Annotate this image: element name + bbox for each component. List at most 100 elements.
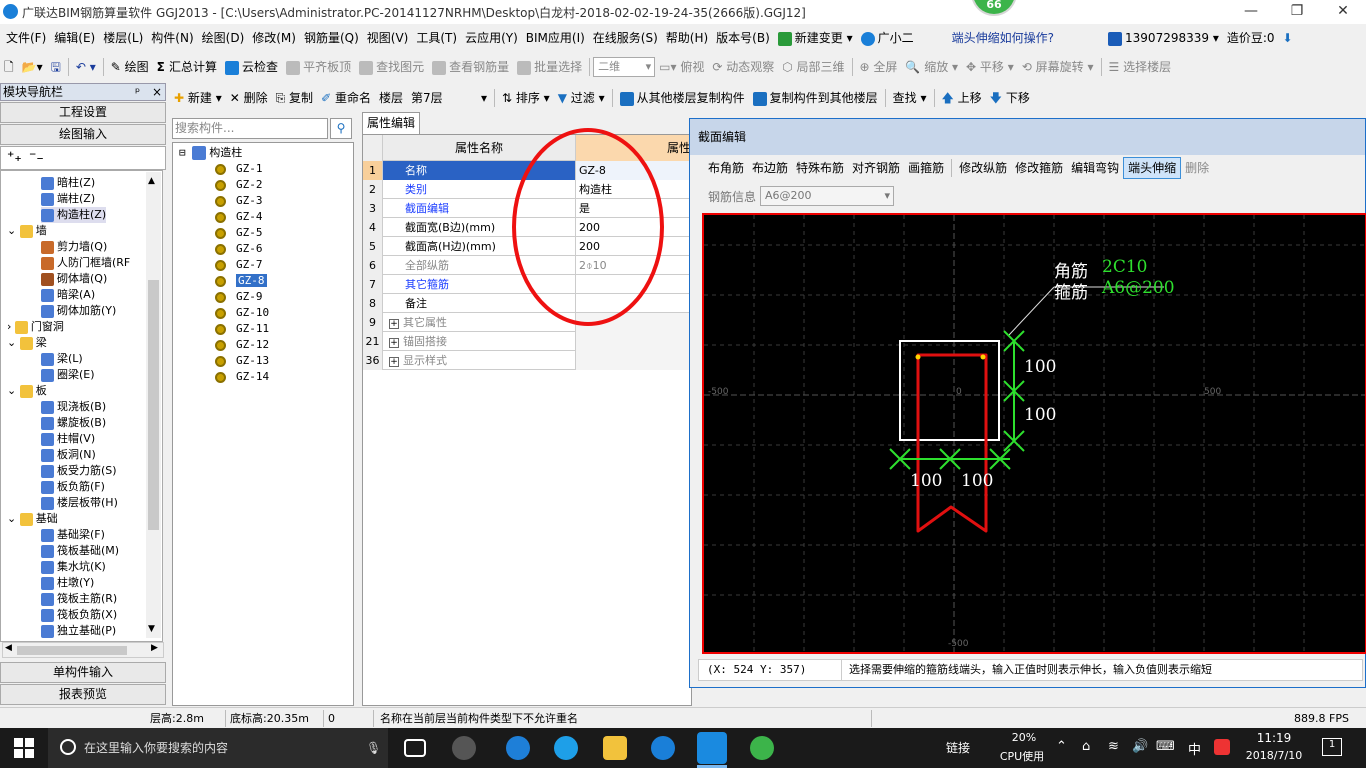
component-item[interactable]: GZ-7: [215, 257, 263, 273]
tool-edit-hook[interactable]: 编辑弯钩: [1067, 156, 1123, 180]
filter-button[interactable]: ▼ 过滤 ▾: [554, 86, 609, 110]
menu-component[interactable]: 构件(N): [147, 26, 197, 50]
nav-item[interactable]: 板负筋(F): [41, 479, 105, 495]
minimize-button[interactable]: —: [1228, 0, 1274, 24]
menu-assistant[interactable]: 广小二: [857, 26, 918, 50]
sum-button[interactable]: Σ 汇总计算: [153, 55, 221, 79]
nav-item[interactable]: 砌体墙(Q): [41, 271, 107, 287]
find-element-button[interactable]: 查找图元: [355, 55, 428, 79]
nav-vertical-scrollbar[interactable]: ▲ ▼: [146, 172, 161, 638]
menu-draw[interactable]: 绘图(D): [198, 26, 249, 50]
nav-item[interactable]: 板受力筋(S): [41, 463, 117, 479]
cloud-check-button[interactable]: 云检查: [221, 55, 282, 79]
scroll-right-icon[interactable]: ▶: [151, 643, 158, 653]
nav-horizontal-scrollbar[interactable]: ◀ ▶: [2, 642, 164, 658]
new-component-button[interactable]: ✚ 新建 ▾: [170, 86, 226, 110]
menu-help[interactable]: 帮助(H): [662, 26, 712, 50]
fullscreen-button[interactable]: ⊕ 全屏: [856, 55, 902, 79]
move-down-button[interactable]: 🡇 下移: [986, 86, 1034, 110]
nav-item[interactable]: 柱帽(V): [41, 431, 95, 447]
wifi-icon[interactable]: ≋: [1108, 739, 1119, 754]
component-root[interactable]: ⊟ 构造柱: [179, 145, 242, 161]
keyboard-icon[interactable]: ⌨: [1156, 739, 1175, 754]
nav-folder[interactable]: ⌄ 板: [7, 383, 47, 399]
menu-tools[interactable]: 工具(T): [412, 26, 461, 50]
green-app-icon[interactable]: [750, 736, 774, 760]
nav-item[interactable]: 筏板基础(M): [41, 543, 119, 559]
nav-item[interactable]: 筏板负筋(X): [41, 607, 117, 623]
chevron-down-icon[interactable]: ⌄: [7, 512, 20, 525]
section-canvas[interactable]: 角筋 2C10 箍筋 A6@200 100 100 100 100 -500 0…: [702, 213, 1366, 654]
draw-button[interactable]: ✎ 绘图: [107, 55, 153, 79]
hscroll-thumb[interactable]: [17, 646, 127, 655]
top-view-button[interactable]: ▭▾ 俯视: [655, 55, 708, 79]
menu-online[interactable]: 在线服务(S): [589, 26, 662, 50]
tab-property-edit[interactable]: 属性编辑: [362, 112, 420, 134]
restore-button[interactable]: ❐: [1274, 0, 1320, 24]
tool-modify-longitudinal[interactable]: 修改纵筋: [955, 156, 1011, 180]
link-label[interactable]: 链接: [946, 739, 970, 756]
browser-360-icon[interactable]: [452, 736, 476, 760]
find-button[interactable]: 查找 ▾: [889, 86, 931, 110]
tool-special-rebar[interactable]: 特殊布筋: [792, 156, 848, 180]
open-file-icon[interactable]: 📂▾: [18, 55, 47, 79]
expand-plus-icon[interactable]: +: [389, 338, 399, 348]
menu-edit[interactable]: 编辑(E): [50, 26, 99, 50]
nav-item[interactable]: 剪力墙(Q): [41, 239, 107, 255]
rotate-button[interactable]: ⟲ 屏幕旋转 ▾: [1018, 55, 1098, 79]
view-mode-select[interactable]: 二维 ▾: [593, 57, 656, 77]
menu-cloud[interactable]: 云应用(Y): [461, 26, 522, 50]
menu-view[interactable]: 视图(V): [363, 26, 413, 50]
component-item[interactable]: GZ-1: [215, 161, 263, 177]
copy-from-floor-button[interactable]: 从其他楼层复制构件: [616, 86, 749, 110]
nav-item[interactable]: 独立基础(P): [41, 623, 116, 639]
nav-item[interactable]: 暗柱(Z): [41, 175, 95, 191]
ime-indicator[interactable]: 中: [1188, 739, 1201, 758]
user-account[interactable]: 13907298339 ▾: [1104, 26, 1223, 50]
chevron-right-icon[interactable]: ›: [7, 320, 15, 333]
nav-item[interactable]: 暗梁(A): [41, 287, 95, 303]
component-item[interactable]: GZ-10: [215, 305, 269, 321]
scroll-left-icon[interactable]: ◀: [5, 643, 12, 653]
property-row[interactable]: 9 + 其它属性: [363, 313, 693, 332]
task-view-icon[interactable]: [404, 739, 426, 757]
nav-item[interactable]: 端柱(Z): [41, 191, 95, 207]
nav-item[interactable]: 梁(L): [41, 351, 83, 367]
component-search-input[interactable]: 搜索构件...: [172, 118, 328, 139]
microphone-icon[interactable]: 🎙: [366, 728, 381, 768]
tool-end-stretch[interactable]: 端头伸缩: [1123, 157, 1182, 179]
menu-extra-icon[interactable]: ⬇: [1279, 26, 1297, 50]
nav-item[interactable]: 螺旋板(B): [41, 415, 106, 431]
chevron-down-icon[interactable]: ⌄: [7, 384, 20, 397]
nav-item[interactable]: 人防门框墙(RF: [41, 255, 130, 271]
component-item[interactable]: GZ-6: [215, 241, 263, 257]
property-value[interactable]: [576, 351, 693, 370]
menu-modify[interactable]: 修改(M): [248, 26, 300, 50]
nav-folder[interactable]: › 门窗洞: [7, 319, 64, 335]
menu-file[interactable]: 文件(F): [2, 26, 50, 50]
expand-plus-icon[interactable]: +: [389, 357, 399, 367]
windows-start-icon[interactable]: [14, 738, 34, 758]
pan-button[interactable]: ✥ 平移 ▾: [962, 55, 1018, 79]
property-value[interactable]: [576, 332, 693, 351]
help-link[interactable]: 端头伸缩如何操作?: [948, 26, 1058, 50]
copy-to-floor-button[interactable]: 复制构件到其他楼层: [749, 86, 882, 110]
tray-expand-icon[interactable]: ⌃: [1056, 739, 1067, 754]
rebar-info-select[interactable]: A6@200 ▾: [760, 186, 895, 206]
component-item[interactable]: GZ-13: [215, 353, 269, 369]
nav-item[interactable]: 柱墩(Y): [41, 575, 94, 591]
component-item[interactable]: GZ-12: [215, 337, 269, 353]
file-explorer-icon[interactable]: [603, 736, 627, 760]
component-item[interactable]: GZ-14: [215, 369, 269, 385]
component-item[interactable]: GZ-4: [215, 209, 263, 225]
search-icon[interactable]: ⚲: [330, 118, 352, 139]
nav-item[interactable]: 砌体加筋(Y): [41, 303, 116, 319]
tool-modify-stirrup[interactable]: 修改箍筋: [1011, 156, 1067, 180]
scroll-down-icon[interactable]: ▼: [148, 624, 155, 634]
notification-icon[interactable]: 1: [1322, 738, 1342, 756]
pin-icon[interactable]: ᵖ: [135, 84, 140, 100]
copy-button[interactable]: ⎘ 复制: [272, 86, 317, 110]
view-rebar-button[interactable]: 查看钢筋量: [428, 55, 513, 79]
ggj-active-app-icon[interactable]: [697, 732, 727, 764]
tool-draw-stirrup[interactable]: 画箍筋: [904, 156, 948, 180]
